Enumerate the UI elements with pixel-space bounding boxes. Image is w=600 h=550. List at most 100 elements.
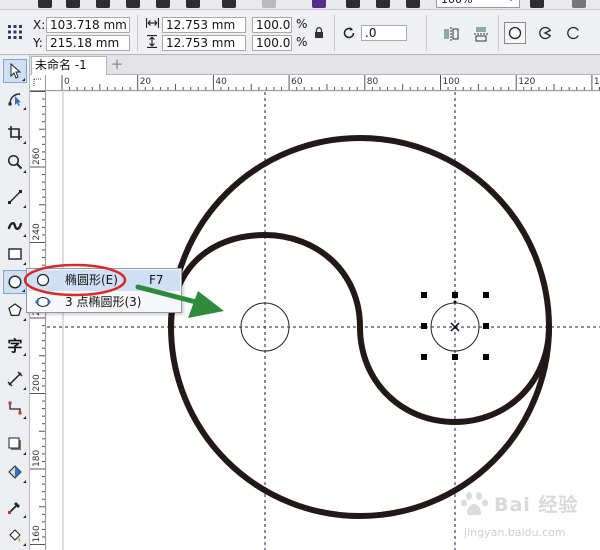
ellipse-icon xyxy=(35,272,51,288)
standard-toolbar: 100% xyxy=(0,0,600,10)
scale-width-field[interactable]: 100.0 xyxy=(252,17,292,33)
flyout-corner-icon xyxy=(23,543,26,546)
separator xyxy=(426,15,427,51)
print-icon[interactable] xyxy=(96,0,110,8)
rectangle-tool[interactable] xyxy=(3,242,27,266)
flyout-corner-icon xyxy=(22,289,25,292)
shape-tool[interactable] xyxy=(3,87,27,111)
corel-connect-icon[interactable] xyxy=(312,0,326,8)
pick-tool[interactable] xyxy=(3,59,27,83)
flyout-corner-icon xyxy=(23,318,26,321)
new-document-icon[interactable] xyxy=(38,0,52,8)
paste-icon[interactable] xyxy=(186,0,200,8)
freehand-tool[interactable] xyxy=(3,185,27,209)
ellipse-mode-button[interactable] xyxy=(504,22,526,44)
x-label: X: xyxy=(33,18,46,32)
ruler-tick-label: 120 xyxy=(518,77,535,87)
flyout-corner-icon xyxy=(23,416,26,419)
rotate-icon xyxy=(340,24,358,42)
drop-shadow-tool[interactable] xyxy=(3,432,27,456)
ruler-tick-label: 240 xyxy=(32,223,42,240)
flyout-item-ellipse[interactable]: 椭圆形(E) F7 xyxy=(28,270,180,291)
horizontal-ruler[interactable]: 0 20 40 60 80 100 120 140 xyxy=(46,75,600,91)
show-rulers-icon[interactable] xyxy=(572,0,586,8)
ruler-tick-label: 0 xyxy=(64,77,70,87)
height-field[interactable]: 12.753 mm xyxy=(162,35,246,51)
artistic-media-tool[interactable] xyxy=(3,214,27,238)
flyout-item-shortcut: F7 xyxy=(149,273,164,287)
separator xyxy=(334,15,335,51)
flyout-item-label: 3 点椭圆形(3) xyxy=(65,295,142,309)
rotation-field[interactable]: .0 xyxy=(361,25,407,41)
text-tool[interactable]: 字 xyxy=(3,333,27,357)
pie-mode-button[interactable] xyxy=(534,22,556,44)
publish-icon[interactable] xyxy=(406,0,420,8)
ruler-tick-label: 180 xyxy=(32,450,42,467)
scale-height-unit: % xyxy=(296,35,308,49)
flyout-corner-icon xyxy=(23,480,26,483)
height-icon xyxy=(146,34,158,51)
ellipse-tool[interactable] xyxy=(3,270,27,294)
width-field[interactable]: 12.753 mm xyxy=(162,17,246,33)
connector-tool[interactable] xyxy=(3,396,27,420)
width-icon xyxy=(145,17,160,32)
zoom-tool[interactable] xyxy=(3,150,27,174)
y-label: Y: xyxy=(33,36,43,50)
flyout-corner-icon xyxy=(23,387,26,390)
ruler-tick-label: 160 xyxy=(32,525,42,542)
ruler-origin[interactable] xyxy=(30,75,46,91)
zoom-level-select[interactable]: 100% xyxy=(436,0,520,8)
full-screen-preview-icon[interactable] xyxy=(530,0,544,8)
import-icon[interactable] xyxy=(346,0,360,8)
fill-tool[interactable] xyxy=(3,523,27,547)
parallel-dimension-tool[interactable] xyxy=(3,367,27,391)
ruler-tick-label: 100 xyxy=(443,77,460,87)
flyout-corner-icon xyxy=(23,515,26,518)
export-icon[interactable] xyxy=(376,0,390,8)
transparency-tool[interactable] xyxy=(3,460,27,484)
vertical-ruler[interactable]: 260240220200180160 xyxy=(30,91,46,550)
crop-tool[interactable] xyxy=(3,121,27,145)
drawing-canvas[interactable] xyxy=(47,92,600,550)
text-glyph-icon: 字 xyxy=(7,336,23,355)
s-curve-path[interactable] xyxy=(168,232,552,425)
y-position-field[interactable]: 215.18 mm xyxy=(46,35,130,51)
scale-width-unit: % xyxy=(296,17,308,31)
eyedropper-tool[interactable] xyxy=(3,495,27,519)
flyout-corner-icon xyxy=(23,170,26,173)
document-tab-bar: 未命名 -1 + xyxy=(30,55,600,75)
watermark-brand: Bai 经验 xyxy=(494,494,579,516)
mirror-vertical-icon[interactable] xyxy=(470,23,492,45)
add-tab-button[interactable]: + xyxy=(109,57,125,73)
x-position-field[interactable]: 103.718 mm xyxy=(46,17,130,33)
object-origin-icon[interactable] xyxy=(4,21,26,43)
cut-icon[interactable] xyxy=(126,0,140,8)
ruler-tick-label: 40 xyxy=(215,77,227,87)
paw-logo-icon xyxy=(461,492,488,516)
property-bar: X: 103.718 mm Y: 215.18 mm 12.753 mm 12.… xyxy=(0,11,600,55)
ruler-tick-label: 260 xyxy=(32,148,42,165)
copy-icon[interactable] xyxy=(156,0,170,8)
watermark-url: jingyan.baidu.com xyxy=(464,526,566,539)
flyout-item-three-point-ellipse[interactable]: 3 点椭圆形(3) xyxy=(28,292,180,313)
flyout-corner-icon xyxy=(23,452,26,455)
tab-document[interactable]: 未命名 -1 xyxy=(31,56,107,75)
ruler-tick-label: 20 xyxy=(140,77,152,87)
mirror-horizontal-icon[interactable] xyxy=(440,23,462,45)
flyout-corner-icon xyxy=(23,353,26,356)
coreldraw-window: { "toolbar_top": { "zoom_value": "100%" … xyxy=(0,0,600,550)
redo-icon[interactable] xyxy=(262,0,276,8)
lock-ratio-icon[interactable] xyxy=(310,24,328,42)
separator xyxy=(137,15,138,51)
guidelines xyxy=(47,92,600,550)
flyout-corner-icon xyxy=(23,107,26,110)
flyout-corner-icon xyxy=(23,205,26,208)
arc-mode-button[interactable] xyxy=(562,22,584,44)
polygon-tool[interactable] xyxy=(3,298,27,322)
flyout-corner-icon xyxy=(23,234,26,237)
ruler-tick-label: 200 xyxy=(32,374,42,391)
undo-icon[interactable] xyxy=(222,0,236,8)
scale-height-field[interactable]: 100.0 xyxy=(252,35,292,51)
baidu-watermark: Bai 经验 jingyan.baidu.com xyxy=(440,486,600,548)
save-icon[interactable] xyxy=(66,0,80,8)
